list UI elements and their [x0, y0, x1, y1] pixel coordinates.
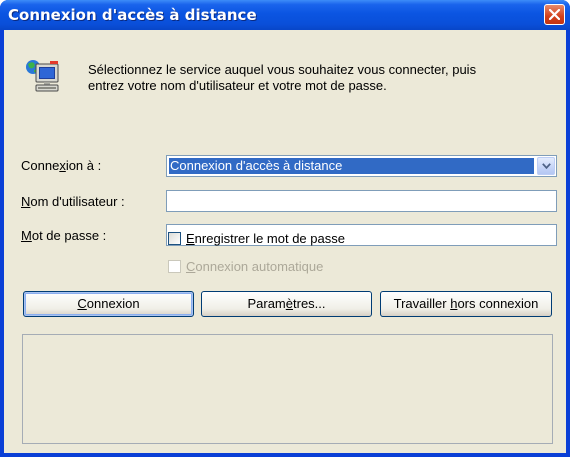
dialog-window: Connexion d'accès à distance Sélectionne… [0, 0, 570, 457]
window-title: Connexion d'accès à distance [8, 6, 257, 24]
connection-select-value: Connexion d'accès à distance [169, 158, 534, 174]
work-offline-button[interactable]: Travailler hors connexion [380, 291, 552, 317]
title-bar[interactable]: Connexion d'accès à distance [0, 0, 570, 30]
auto-connect-checkbox[interactable] [168, 260, 181, 273]
settings-button[interactable]: Paramètres... [201, 291, 372, 317]
save-password-label[interactable]: Enregistrer le mot de passe [186, 231, 345, 246]
username-label: Nom d'utilisateur : [21, 194, 125, 209]
auto-connect-label: Connexion automatique [186, 259, 324, 274]
connection-select[interactable]: Connexion d'accès à distance [166, 155, 557, 177]
close-icon [549, 9, 560, 20]
chevron-down-icon [542, 163, 551, 169]
instruction-line-1: Sélectionnez le service auquel vous souh… [88, 62, 477, 77]
username-field[interactable] [166, 190, 557, 212]
instruction-line-2: entrez votre nom d'utilisateur et votre … [88, 78, 387, 93]
dialup-computer-icon [26, 60, 59, 92]
save-password-checkbox[interactable] [168, 232, 181, 245]
close-button[interactable] [544, 4, 565, 25]
dialog-body: Sélectionnez le service auquel vous souh… [4, 30, 566, 453]
connection-select-dropdown-button[interactable] [537, 157, 555, 175]
connect-button[interactable]: Connexion [23, 291, 194, 317]
status-panel [22, 334, 553, 444]
password-label: Mot de passe : [21, 228, 107, 243]
connection-label: Connexion à : [21, 158, 102, 173]
instruction-text: Sélectionnez le service auquel vous souh… [88, 62, 558, 94]
